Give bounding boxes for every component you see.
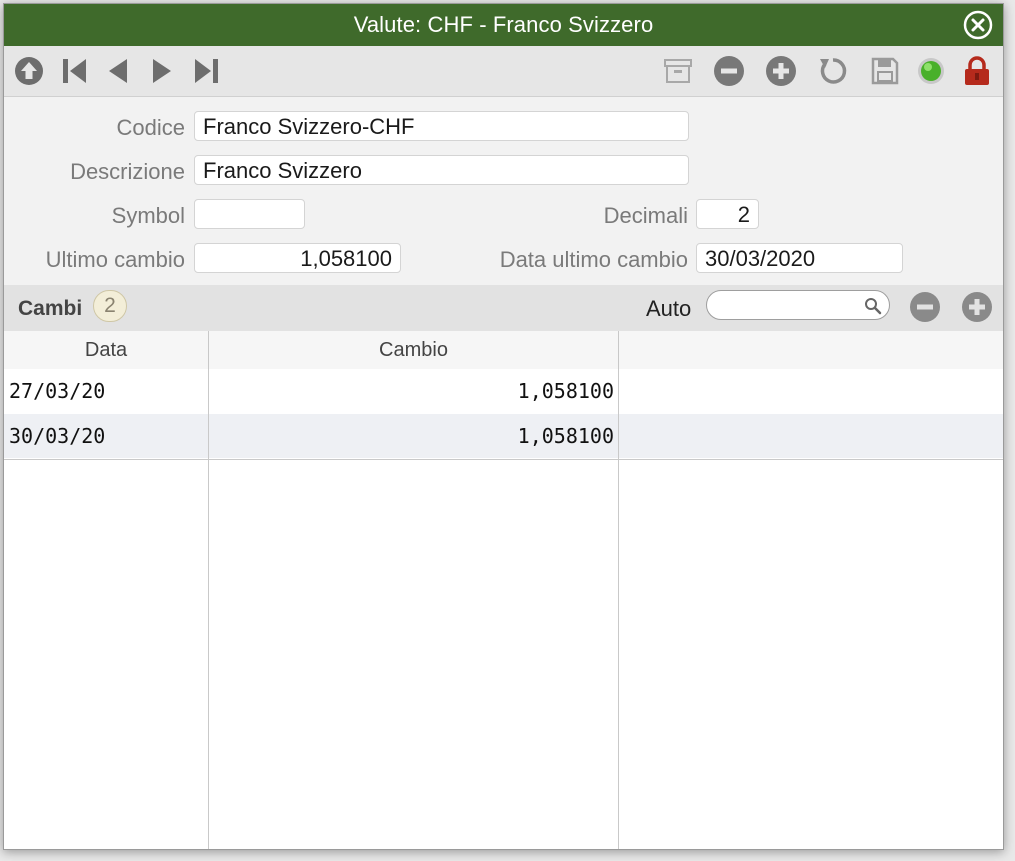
cambi-toolbar: Cambi 2 Auto (4, 285, 1003, 332)
previous-button[interactable] (102, 55, 134, 87)
descrizione-label: Descrizione (70, 159, 185, 184)
delete-button[interactable] (713, 55, 745, 87)
symbol-label: Symbol (111, 203, 185, 228)
auto-label: Auto (646, 296, 692, 321)
symbol-field[interactable] (194, 199, 305, 229)
up-icon (15, 57, 43, 85)
cambi-title: Cambi (18, 297, 83, 320)
close-button[interactable] (963, 10, 993, 40)
ultimo-cambio-label: Ultimo cambio (45, 247, 185, 272)
save-icon (871, 57, 899, 85)
cell-data: 30/03/20 (9, 424, 106, 448)
add-row-button[interactable] (961, 291, 993, 323)
refresh-button[interactable] (817, 55, 849, 87)
descrizione-field[interactable]: Franco Svizzero (194, 155, 689, 185)
lock-icon (965, 56, 989, 85)
status-icon (918, 58, 944, 84)
cell-data: 27/03/20 (9, 379, 106, 403)
cambi-grid: 27/03/20 1,058100 30/03/20 1,058100 (4, 369, 1003, 849)
plus-icon (962, 292, 992, 322)
previous-icon (109, 59, 127, 83)
currency-window: Valute: CHF - Franco Svizzero Codice Fra… (3, 3, 1004, 850)
archive-button[interactable] (662, 55, 694, 87)
lock-button[interactable] (961, 55, 993, 87)
grid-header: Data Cambio (4, 331, 1003, 371)
title-bar: Valute: CHF - Franco Svizzero (4, 4, 1003, 46)
first-icon (63, 59, 86, 83)
plus-icon (766, 56, 796, 86)
cell-cambio: 1,058100 (517, 379, 614, 403)
add-button[interactable] (765, 55, 797, 87)
next-button[interactable] (146, 55, 178, 87)
column-divider (618, 369, 619, 849)
status-indicator (915, 55, 947, 87)
column-header-cambio[interactable]: Cambio (209, 331, 619, 369)
codice-field[interactable]: Franco Svizzero-CHF (194, 111, 689, 141)
toolbar (4, 46, 1003, 97)
last-button[interactable] (190, 55, 222, 87)
remove-row-button[interactable] (909, 291, 941, 323)
table-row[interactable]: 30/03/20 1,058100 (4, 414, 1003, 458)
cambi-count-badge: 2 (93, 290, 127, 322)
close-icon (963, 10, 993, 40)
window-title: Valute: CHF - Franco Svizzero (353, 12, 654, 37)
column-header-data[interactable]: Data (4, 331, 209, 369)
save-button[interactable] (869, 55, 901, 87)
currency-form: Codice Franco Svizzero-CHF Descrizione F… (4, 97, 1003, 285)
decimali-label: Decimali (603, 203, 688, 228)
search-input[interactable] (706, 290, 890, 320)
data-ultimo-cambio-label: Data ultimo cambio (499, 247, 688, 272)
minus-icon (910, 292, 940, 322)
next-icon (153, 59, 171, 83)
search-icon (865, 298, 882, 315)
last-icon (195, 59, 218, 83)
minus-icon (714, 56, 744, 86)
archive-icon (664, 59, 692, 83)
ultimo-cambio-field[interactable]: 1,058100 (194, 243, 401, 273)
data-ultimo-cambio-field[interactable]: 30/03/2020 (696, 243, 903, 273)
first-button[interactable] (59, 55, 91, 87)
decimali-field[interactable]: 2 (696, 199, 759, 229)
row-divider (4, 459, 1003, 460)
up-button[interactable] (13, 55, 45, 87)
column-divider (208, 369, 209, 849)
refresh-icon (820, 58, 847, 84)
table-row[interactable]: 27/03/20 1,058100 (4, 369, 1003, 413)
codice-label: Codice (116, 115, 185, 140)
cell-cambio: 1,058100 (517, 424, 614, 448)
column-header-empty (619, 331, 1003, 369)
